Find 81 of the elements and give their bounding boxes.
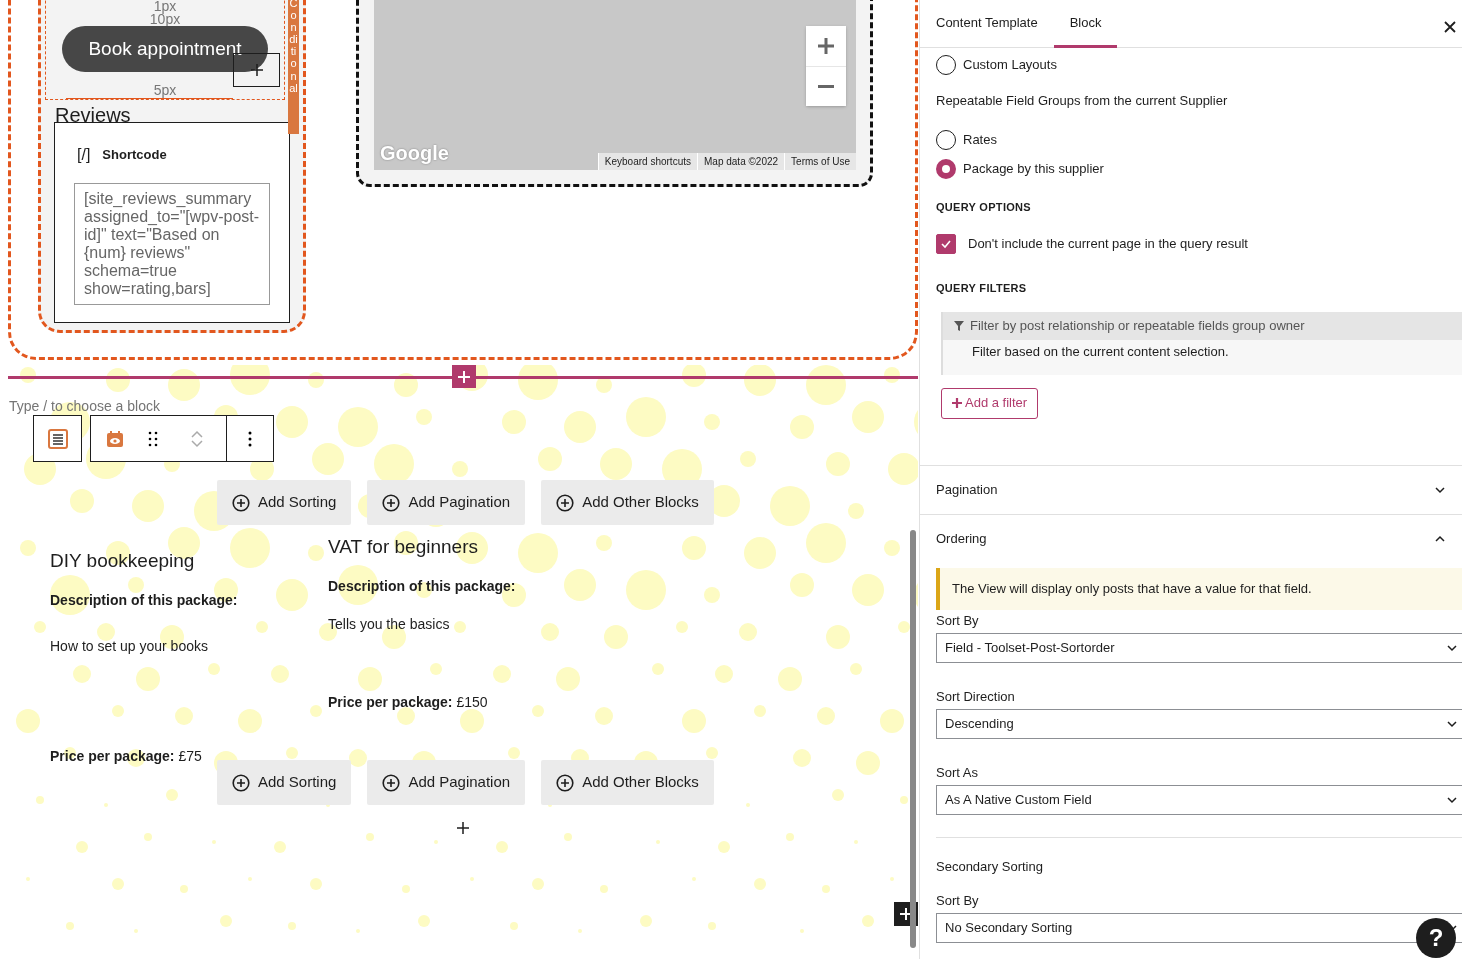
add-pagination-button[interactable]: Add Pagination — [367, 760, 526, 805]
spacing-label: 1px — [153, 0, 177, 13]
section-heading: QUERY FILTERS — [936, 282, 1027, 294]
plus-icon — [456, 821, 470, 835]
sidebar-tab[interactable]: Content Template — [920, 0, 1054, 48]
add-blocks-button[interactable]: Add Other Blocks — [541, 760, 714, 805]
field-label: Sort By — [936, 892, 980, 909]
chevron-up-icon — [190, 428, 204, 439]
radio-option[interactable]: Rates — [936, 129, 997, 150]
book-appointment-button[interactable]: Book appointment — [62, 26, 268, 72]
radio-button[interactable] — [936, 158, 956, 179]
map-attribution-link[interactable]: Map data ©2022 — [697, 153, 785, 170]
field-label: Sort Direction — [936, 688, 1016, 705]
field-value: Tells you the basics — [328, 615, 451, 633]
plus-icon — [249, 63, 264, 77]
help-button[interactable]: ? — [1416, 918, 1456, 958]
block-title: Shortcode — [102, 146, 167, 165]
post-title: VAT for beginners — [328, 535, 479, 559]
plus-circle-icon — [556, 493, 575, 512]
select-field[interactable]: As A Native Custom Field — [936, 784, 1462, 815]
plus-circle-icon — [556, 773, 575, 792]
field-value: How to set up your books — [50, 637, 209, 655]
plus-circle-icon — [232, 493, 250, 512]
radio-button[interactable] — [936, 55, 956, 75]
section-text: Repeatable Field Groups from the current Supplier — [936, 93, 1228, 108]
insert-block-button[interactable] — [452, 365, 476, 388]
add-pagination-button[interactable]: Add Pagination — [367, 480, 526, 525]
map-attribution-link[interactable]: Keyboard shortcuts — [597, 153, 697, 170]
plus-icon — [816, 35, 836, 56]
radio-option[interactable]: Package by this supplier — [936, 158, 1104, 179]
plus-icon — [952, 398, 962, 408]
field-label: Sort As — [936, 764, 979, 781]
minus-icon — [818, 84, 834, 88]
filter-description: Filter based on the current content selection. — [971, 342, 1230, 361]
sidebar-tab[interactable]: Block — [1053, 0, 1118, 48]
close-icon — [1444, 20, 1456, 33]
select-field[interactable]: Descending — [936, 708, 1462, 739]
filter-title: Filter by post relationship or repeatable fields group owner — [970, 316, 1305, 335]
plus-circle-icon — [382, 773, 401, 792]
add-sorting-button[interactable]: Add Sorting — [217, 480, 352, 525]
chevron-down-icon — [190, 438, 204, 449]
plus-circle-icon — [232, 773, 250, 792]
select-field[interactable]: Field - Toolset-Post-Sortorder — [936, 632, 1462, 663]
list-icon — [46, 427, 69, 450]
block-input-field[interactable]: Type / to choose a block — [9, 397, 919, 415]
check-icon — [940, 238, 952, 250]
field-label: Description of this package: — [328, 577, 517, 595]
shortcode-icon: [/] — [77, 143, 91, 167]
section-heading: QUERY OPTIONS — [936, 200, 1031, 213]
add-sorting-button[interactable]: Add Sorting — [217, 760, 352, 805]
panel-header[interactable]: Pagination — [920, 465, 1462, 514]
panel-header[interactable]: Ordering — [920, 514, 1462, 563]
scrollbar[interactable] — [910, 530, 916, 948]
add-blocks-button[interactable]: Add Other Blocks — [541, 480, 714, 525]
plus-icon — [899, 907, 913, 921]
shortcode-field[interactable]: [site_reviews_summary assigned_to="[wpv-post-id]" text="Based on {num} reviews" schema=true show=rating,bars] — [74, 183, 270, 305]
filter-icon — [954, 320, 964, 331]
checkbox-label: Don't include the current page in the query result — [968, 235, 1248, 254]
calendar-eye-icon — [104, 428, 125, 449]
spacing-label: 10px — [149, 13, 181, 26]
section-text: Secondary Sorting — [936, 858, 1044, 875]
drag-icon — [148, 430, 158, 447]
zoom-out-button[interactable] — [806, 65, 846, 106]
price-text: Price per package: £75 — [50, 747, 203, 765]
radio-option[interactable]: Custom Layouts — [936, 55, 1057, 75]
add-block-button[interactable] — [454, 819, 472, 837]
map-attribution-link[interactable]: Terms of Use — [784, 153, 856, 170]
plus-circle-icon — [382, 493, 401, 512]
plus-icon — [457, 369, 471, 384]
section-heading: Reviews — [55, 104, 132, 126]
spacing-label: 5px — [153, 84, 177, 97]
post-title: DIY bookkeeping — [50, 549, 196, 573]
zoom-in-button[interactable] — [806, 26, 846, 66]
radio-button[interactable] — [936, 129, 956, 150]
checkbox[interactable] — [936, 234, 956, 254]
field-label: Description of this package: — [50, 591, 239, 609]
price-text: Price per package: £150 — [328, 693, 489, 711]
more-vertical-icon — [248, 430, 252, 447]
add-filter-button[interactable]: Add a filter — [941, 387, 1039, 419]
notice-text: The View will display only posts that have a value for that field. — [952, 579, 1312, 598]
field-label: Sort By — [936, 612, 980, 629]
